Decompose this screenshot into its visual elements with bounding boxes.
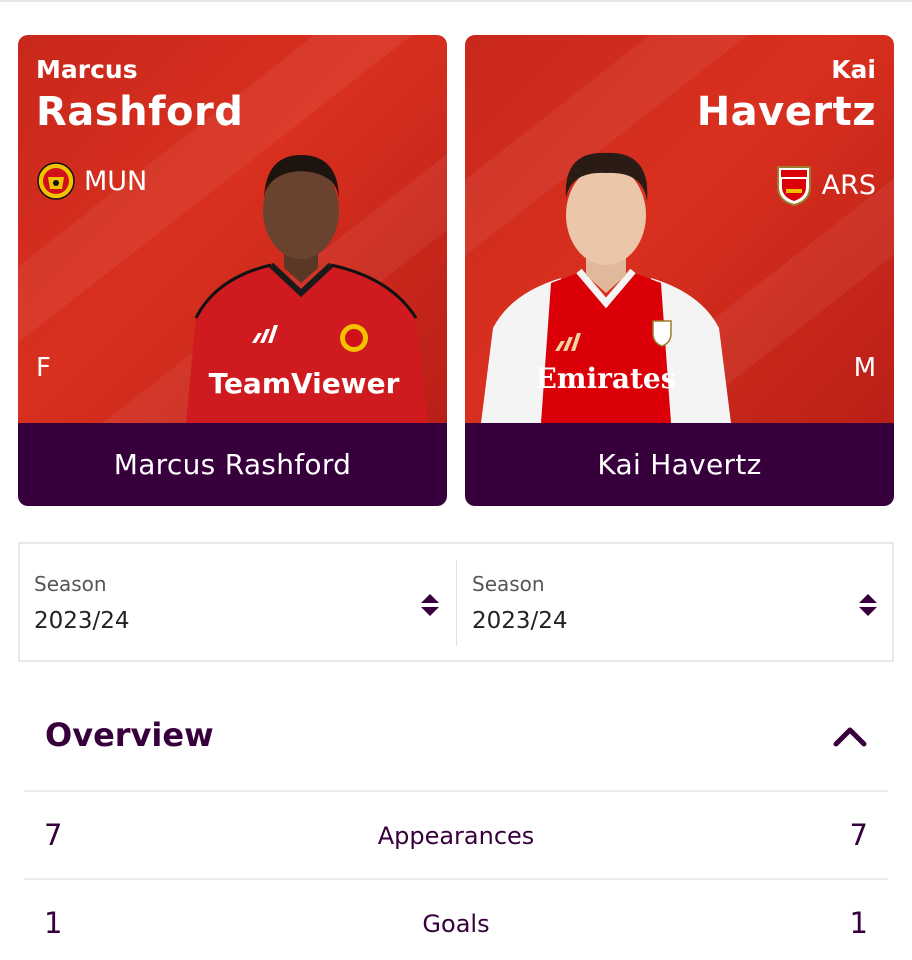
club-info: ARS [774, 163, 876, 207]
player-position: F [36, 353, 51, 383]
row-divider [24, 878, 888, 880]
player-card-havertz[interactable]: Kai Havertz ARS M Emirates Kai Havertz [465, 35, 894, 506]
season-label: Season [34, 572, 107, 596]
player-name-bar: Kai Havertz [465, 423, 894, 506]
season-selectors: Season 2023/24 Season 2023/24 [18, 542, 894, 662]
season-label: Season [472, 572, 545, 596]
top-divider [0, 0, 912, 2]
stat-label: Goals [422, 910, 490, 938]
player-photo-area: Marcus Rashford MUN F TeamViewer [18, 35, 447, 423]
player-image: Emirates [481, 152, 731, 423]
man-utd-crest-icon [37, 162, 75, 200]
stat-row-goals: 1 Goals 1 [24, 906, 888, 960]
player-first-name: Marcus [36, 55, 138, 84]
season-select-right[interactable]: Season 2023/24 [458, 544, 894, 660]
stat-right-value: 1 [849, 906, 868, 940]
sort-arrows-icon[interactable] [858, 592, 878, 618]
season-select-left[interactable]: Season 2023/24 [20, 544, 456, 660]
stat-label: Appearances [377, 822, 535, 850]
player-name-bar: Marcus Rashford [18, 423, 447, 506]
season-divider [456, 560, 457, 646]
arsenal-crest-icon [776, 166, 811, 207]
player-position: M [853, 353, 876, 383]
club-code: ARS [821, 169, 876, 201]
player-full-name: Kai Havertz [597, 448, 762, 481]
player-image: TeamViewer [186, 155, 428, 423]
chevron-up-icon[interactable] [832, 724, 868, 750]
player-last-name: Havertz [696, 89, 876, 135]
player-first-name: Kai [831, 55, 876, 84]
player-last-name: Rashford [36, 89, 244, 135]
club-info: MUN [36, 159, 147, 203]
sort-arrows-icon[interactable] [420, 592, 440, 618]
season-value: 2023/24 [34, 608, 130, 634]
season-value: 2023/24 [472, 608, 568, 634]
player-full-name: Marcus Rashford [113, 448, 352, 481]
shirt-sponsor-text: Emirates [535, 362, 676, 395]
stat-right-value: 7 [849, 818, 868, 852]
shirt-sponsor-text: TeamViewer [209, 367, 400, 400]
player-photo-area: Kai Havertz ARS M Emirates [465, 35, 894, 423]
overview-heading: Overview [45, 716, 214, 754]
player-card-rashford[interactable]: Marcus Rashford MUN F TeamViewer Marcus … [18, 35, 447, 506]
row-divider [24, 790, 888, 792]
club-code: MUN [84, 165, 148, 197]
stat-row-appearances: 7 Appearances 7 [24, 818, 888, 904]
